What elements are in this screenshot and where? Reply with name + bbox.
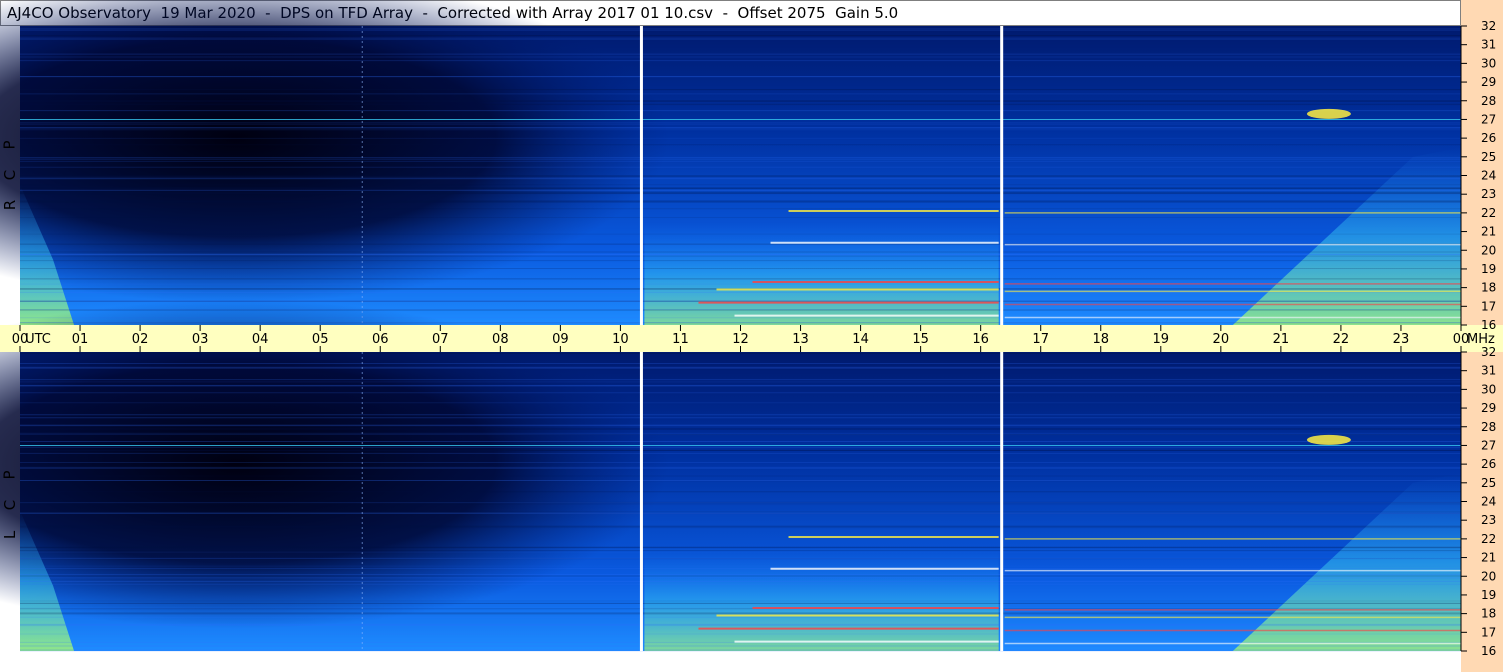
lcp-freq-tick-label: 23 xyxy=(1481,513,1496,527)
time-tick-label: 11 xyxy=(672,332,689,347)
time-tick-label: 20 xyxy=(1213,332,1230,347)
time-tick-label: 17 xyxy=(1032,332,1049,347)
rcp-freq-tick-label: 19 xyxy=(1481,262,1496,276)
time-tick-label: 12 xyxy=(732,332,749,347)
time-unit-label: UTC xyxy=(25,332,51,347)
lcp-freq-tick-label: 20 xyxy=(1481,569,1496,583)
lcp-cb-hotspot xyxy=(1306,434,1351,445)
rcp-freq-tick-label: 24 xyxy=(1481,169,1496,183)
lcp-freq-tick-label: 25 xyxy=(1481,476,1496,490)
rcp-freq-tick-label: 29 xyxy=(1481,75,1496,89)
time-tick-label: 04 xyxy=(252,332,269,347)
lcp-letter-p: P xyxy=(0,470,19,480)
rcp-freq-tick-label: 25 xyxy=(1481,150,1496,164)
time-tick-label: 05 xyxy=(312,332,329,347)
time-tick-label: 22 xyxy=(1333,332,1350,347)
lcp-freq-tick-label: 22 xyxy=(1481,532,1496,546)
frequency-axis-rcp: 32 31 30 29 28 27 26 25 24 23 22 21 20 19 18 17 16 xyxy=(1460,19,1496,332)
rcp-polarization-label: P C R xyxy=(0,120,20,230)
time-tick-label: 03 xyxy=(192,332,209,347)
frequency-axis-lcp: 32 31 30 29 28 27 26 25 24 23 22 21 20 19 18 17 16 xyxy=(1460,345,1496,658)
rcp-cb-hotspot xyxy=(1306,108,1351,119)
lcp-day-emission xyxy=(644,548,999,651)
time-tick-label: 19 xyxy=(1153,332,1170,347)
time-tick-label: 14 xyxy=(852,332,869,347)
lcp-freq-tick-label: 28 xyxy=(1481,420,1496,434)
time-tick-label: 06 xyxy=(372,332,389,347)
rcp-freq-tick-label: 32 xyxy=(1481,19,1496,33)
time-tick-label: 15 xyxy=(912,332,929,347)
lcp-freq-tick-label: 16 xyxy=(1481,644,1496,658)
rcp-spectrogram-panel xyxy=(0,0,1461,325)
rcp-freq-tick-label: 16 xyxy=(1481,318,1496,332)
lcp-spectrogram-panel xyxy=(0,299,1461,652)
time-tick-label: 18 xyxy=(1092,332,1109,347)
lcp-freq-tick-label: 26 xyxy=(1481,457,1496,471)
time-tick-label: 13 xyxy=(792,332,809,347)
time-tick-label: 08 xyxy=(492,332,509,347)
rcp-freq-tick-label: 31 xyxy=(1481,38,1496,52)
lcp-freq-tick-label: 27 xyxy=(1481,438,1496,452)
lcp-freq-tick-label: 19 xyxy=(1481,588,1496,602)
lcp-freq-tick-label: 31 xyxy=(1481,364,1496,378)
lcp-letter-c: C xyxy=(0,499,19,511)
lcp-freq-tick-label: 32 xyxy=(1481,345,1496,359)
rcp-freq-tick-label: 27 xyxy=(1481,112,1496,126)
spectrogram-chart: 00 01 02 03 04 05 06 07 08 09 10 11 12 13 14 15 16 17 18 19… xyxy=(0,0,1503,658)
lcp-data-gap xyxy=(639,352,643,651)
lcp-freq-tick-label: 24 xyxy=(1481,495,1496,509)
lcp-freq-tick-label: 29 xyxy=(1481,401,1496,415)
time-tick-label: 09 xyxy=(552,332,569,347)
lcp-polarization-label: P C L xyxy=(0,450,20,560)
rcp-freq-tick-label: 26 xyxy=(1481,131,1496,145)
rcp-freq-tick-label: 20 xyxy=(1481,243,1496,257)
time-tick-label: 21 xyxy=(1273,332,1290,347)
lcp-data-gap xyxy=(1000,352,1004,651)
rcp-freq-tick-label: 22 xyxy=(1481,206,1496,220)
rcp-data-gap xyxy=(1000,26,1004,325)
time-tick-label: 02 xyxy=(132,332,149,347)
time-tick-label: 16 xyxy=(972,332,989,347)
rcp-letter-c: C xyxy=(0,169,19,181)
rcp-freq-tick-label: 28 xyxy=(1481,94,1496,108)
rcp-freq-tick-label: 18 xyxy=(1481,281,1496,295)
rcp-letter-r: R xyxy=(1,199,19,211)
lcp-freq-tick-label: 30 xyxy=(1481,382,1496,396)
time-tick-label: 01 xyxy=(72,332,89,347)
time-tick-label: 07 xyxy=(432,332,449,347)
lcp-freq-tick-label: 17 xyxy=(1481,625,1496,639)
lcp-freq-tick-label: 21 xyxy=(1481,551,1496,565)
rcp-freq-tick-label: 30 xyxy=(1481,56,1496,70)
time-axis: 00 01 02 03 04 05 06 07 08 09 10 11 12 13 14 15 16 17 18 19… xyxy=(0,325,1503,352)
time-tick-label: 23 xyxy=(1393,332,1410,347)
rcp-freq-tick-label: 17 xyxy=(1481,299,1496,313)
lcp-letter-l: L xyxy=(0,530,19,540)
time-tick-label: 10 xyxy=(612,332,629,347)
rcp-letter-p: P xyxy=(0,140,19,150)
rcp-data-gap xyxy=(639,26,643,325)
rcp-freq-tick-label: 21 xyxy=(1481,225,1496,239)
rcp-freq-tick-label: 23 xyxy=(1481,187,1496,201)
lcp-freq-tick-label: 18 xyxy=(1481,607,1496,621)
